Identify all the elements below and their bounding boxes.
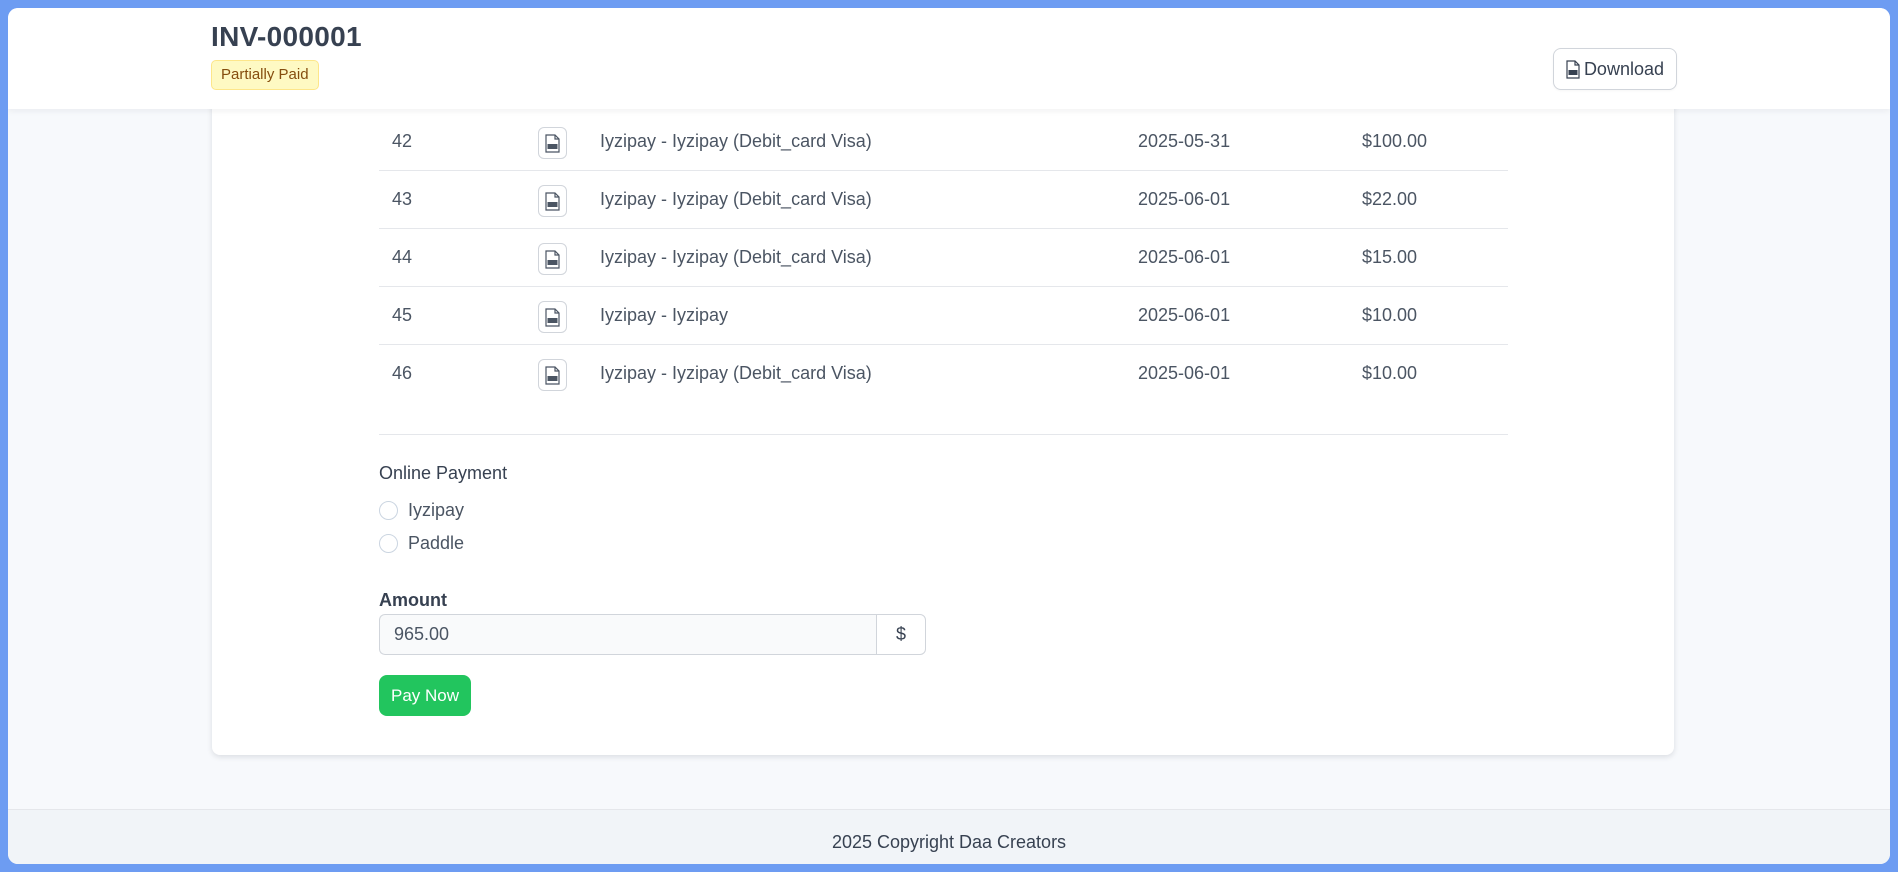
pdf-download-cell [538,301,567,333]
pdf-receipt-button[interactable] [538,127,567,159]
payment-option-label: Paddle [408,533,465,553]
payment-id: 45 [392,305,413,325]
table-row: 46 Iyzipay - Iyzipay (Debit_card Visa) 202… [379,345,1508,402]
payments-table: 42 Iyzipay - Iyzipay (Debit_card Visa) 202… [379,113,1508,402]
currency-addon: $ [876,614,926,655]
payment-id: 43 [392,189,413,209]
pdf-download-cell [538,127,567,159]
amount-input-group: $ [379,614,926,655]
pdf-file-icon [545,249,560,269]
divider [379,434,1508,435]
pdf-file-icon [1566,59,1580,79]
payment-date: 2025-05-31 [1138,131,1231,151]
payment-id: 46 [392,363,413,383]
payment-date: 2025-06-01 [1138,305,1231,325]
pay-now-button[interactable]: Pay Now [379,675,472,716]
pdf-receipt-button[interactable] [538,185,567,217]
payment-amount: $100.00 [1362,131,1428,151]
pdf-receipt-button[interactable] [538,243,567,275]
pdf-file-icon [545,365,560,385]
pdf-file-icon [545,307,560,327]
online-payment-title: Online Payment [379,463,508,483]
copyright-text: 2025 Copyright Daa Creators [831,832,1067,852]
pdf-file-icon [545,133,560,153]
payment-date: 2025-06-01 [1138,189,1231,209]
payment-amount: $10.00 [1362,305,1418,325]
pdf-download-cell [538,185,567,217]
footer: 2025 Copyright Daa Creators [8,809,1890,864]
payment-amount: $22.00 [1362,189,1418,209]
payment-date: 2025-06-01 [1138,247,1231,267]
table-row: 42 Iyzipay - Iyzipay (Debit_card Visa) 202… [379,113,1508,171]
pdf-receipt-button[interactable] [538,359,567,391]
pdf-download-cell [538,359,567,391]
radio-button[interactable] [379,501,398,520]
payment-description: Iyzipay - Iyzipay (Debit_card Visa) [600,247,872,267]
radio-button[interactable] [379,534,398,553]
payment-amount: $15.00 [1362,247,1418,267]
status-badge: Partially Paid [211,60,319,90]
payment-id: 42 [392,131,413,151]
amount-label: Amount [379,590,447,610]
payment-option-iyzipay[interactable]: Iyzipay [379,500,464,521]
table-row: 45 Iyzipay - Iyzipay 2025-06-01 $10.00 [379,287,1508,345]
payment-description: Iyzipay - Iyzipay (Debit_card Visa) [600,189,872,209]
payment-description: Iyzipay - Iyzipay [600,305,729,325]
payment-id: 44 [392,247,413,267]
payment-option-paddle[interactable]: Paddle [379,533,464,554]
download-button[interactable]: Download [1552,48,1677,90]
payment-date: 2025-06-01 [1138,363,1231,383]
download-label: Download [1583,58,1664,79]
pdf-file-icon [545,191,560,211]
payment-description: Iyzipay - Iyzipay (Debit_card Visa) [600,363,872,383]
app-frame: 42 Iyzipay - Iyzipay (Debit_card Visa) 202… [8,8,1890,864]
pdf-receipt-button[interactable] [538,301,567,333]
payment-amount: $10.00 [1362,363,1418,383]
amount-input[interactable] [379,614,876,655]
payment-description: Iyzipay - Iyzipay (Debit_card Visa) [600,131,872,151]
pdf-download-cell [538,243,567,275]
table-row: 43 Iyzipay - Iyzipay (Debit_card Visa) 202… [379,171,1508,229]
invoice-number: INV-000001 [211,21,362,52]
invoice-header: INV-000001 Partially Paid Download [8,8,1890,109]
payment-option-label: Iyzipay [408,500,465,520]
table-row: 44 Iyzipay - Iyzipay (Debit_card Visa) 202… [379,229,1508,287]
